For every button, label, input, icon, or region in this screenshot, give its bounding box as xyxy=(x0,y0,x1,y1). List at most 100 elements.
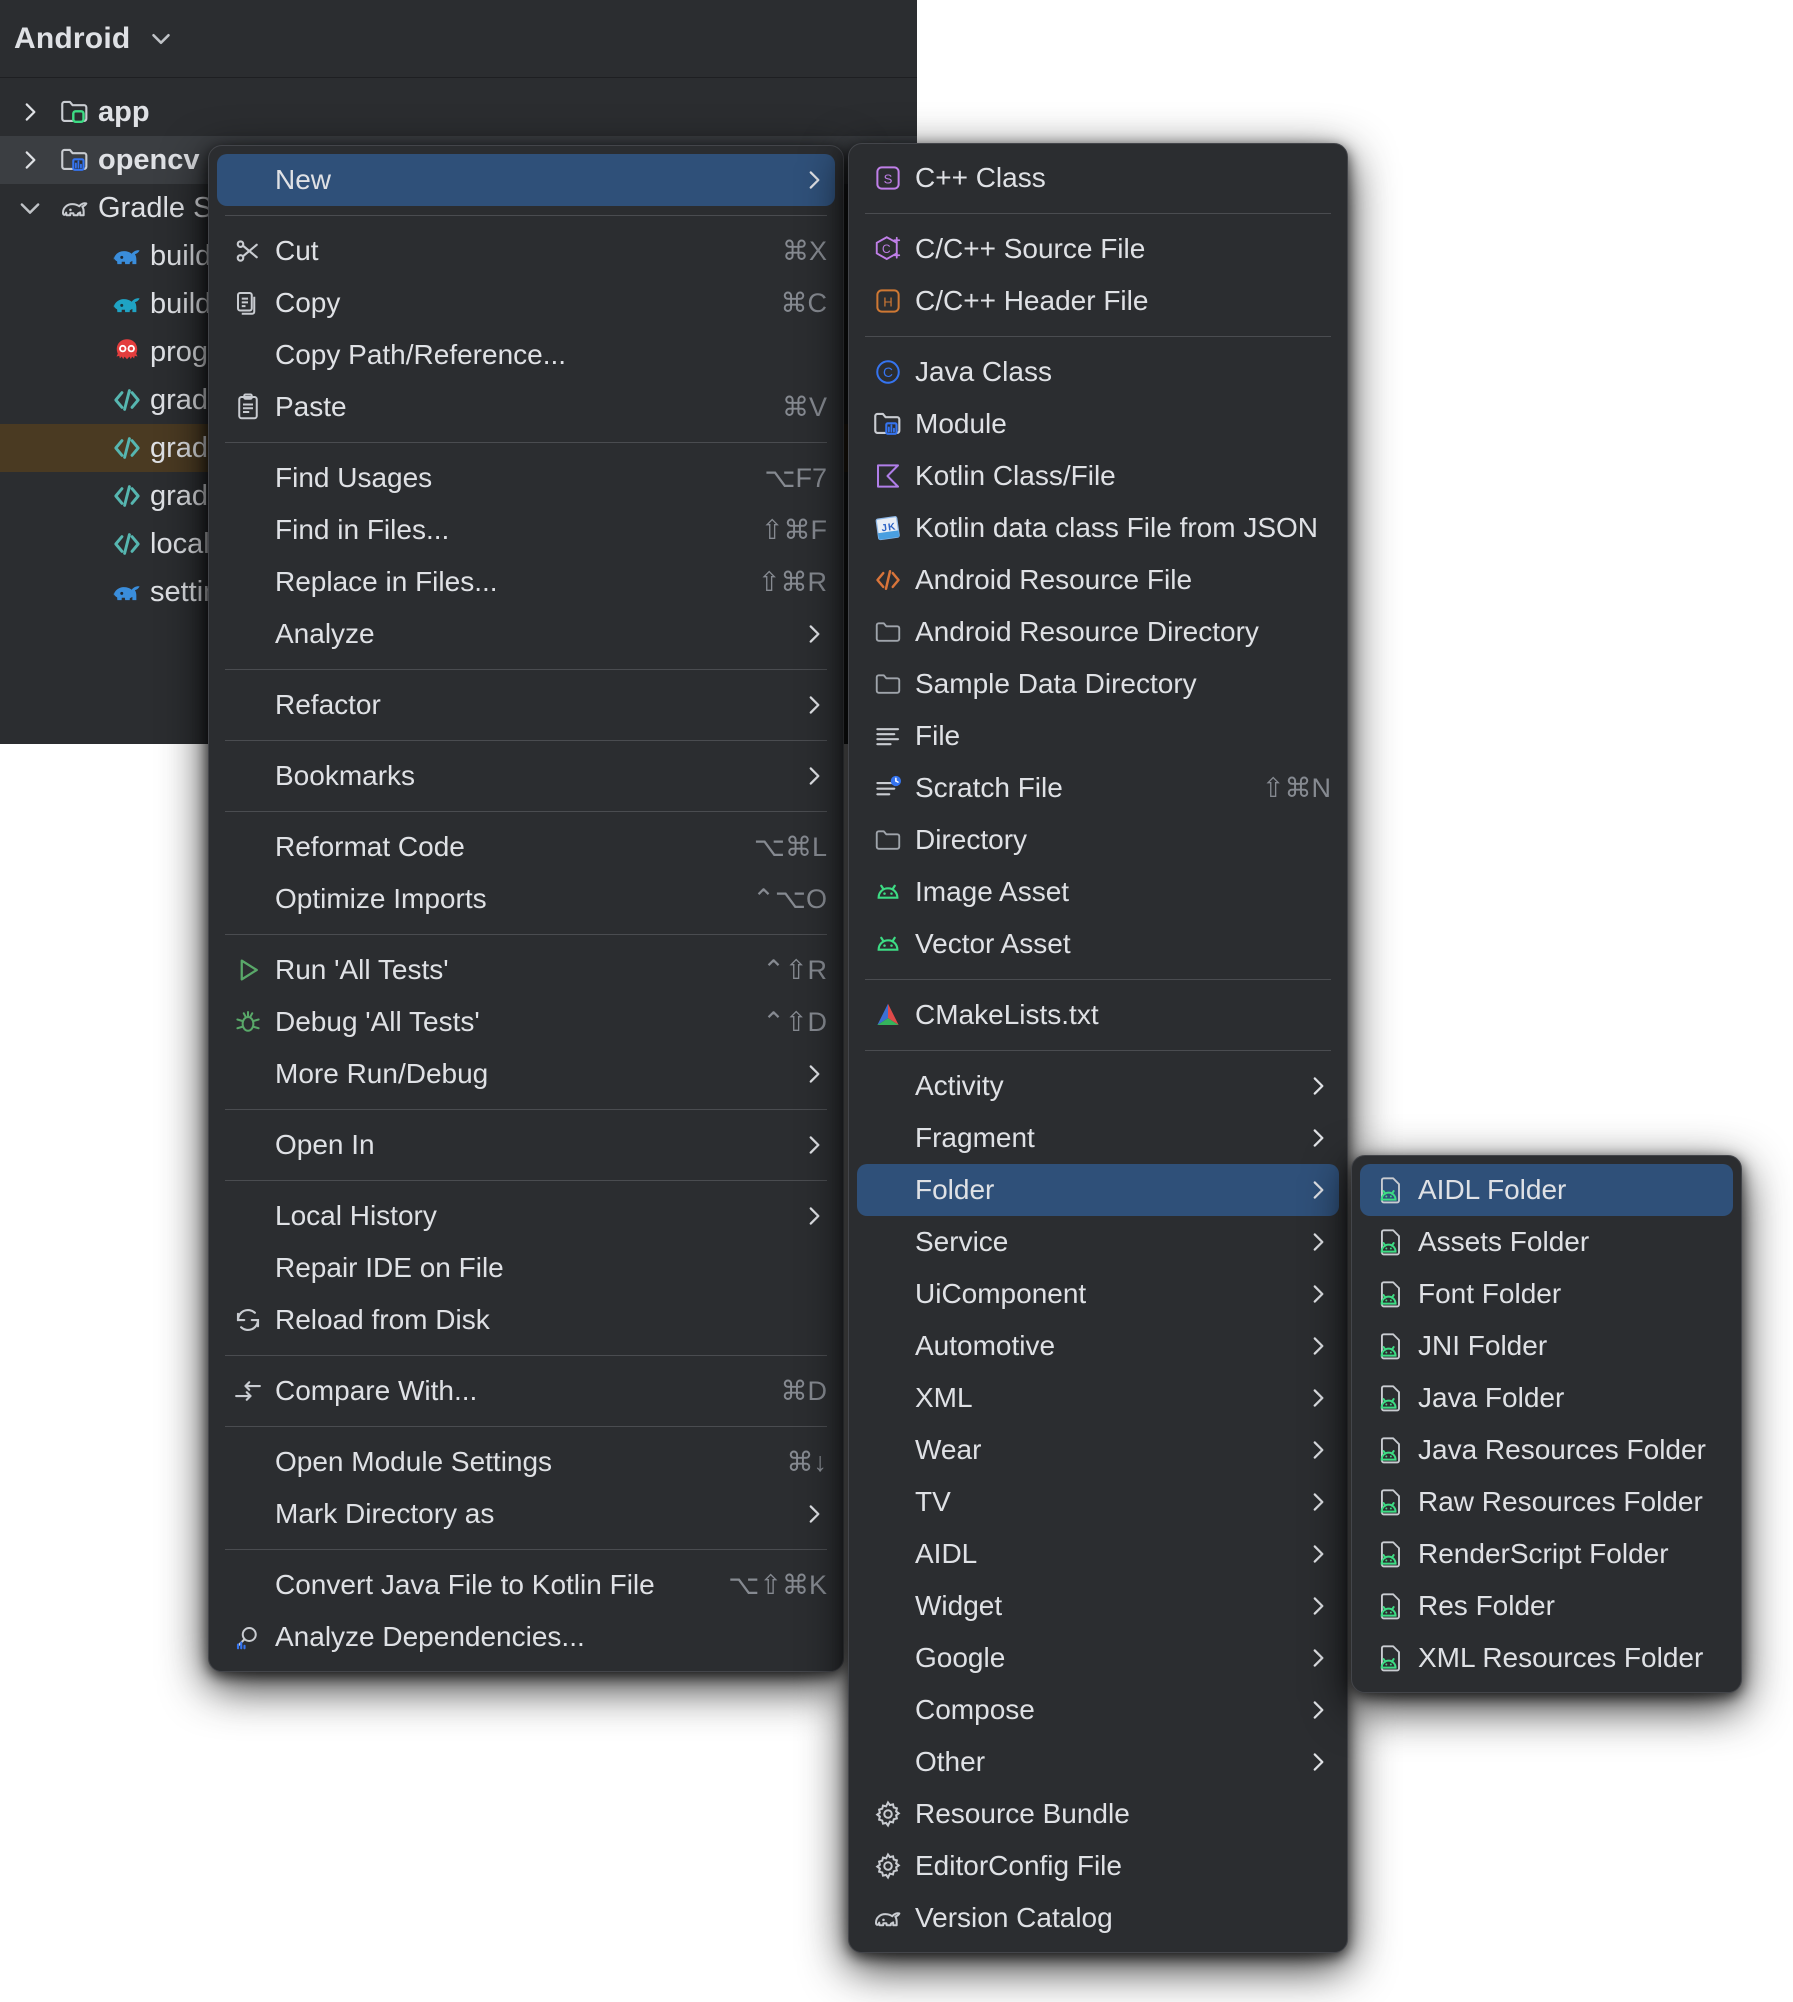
context-menu-item-repair-ide-on-file[interactable]: Repair IDE on File xyxy=(209,1242,843,1294)
gradle-elephant-outline-icon xyxy=(865,1902,911,1934)
new-menu-item-module[interactable]: Module xyxy=(849,398,1347,450)
folder-menu-item-res-folder[interactable]: Res Folder xyxy=(1352,1580,1741,1632)
folder-menu-item-assets-folder[interactable]: Assets Folder xyxy=(1352,1216,1741,1268)
chevron-down-icon[interactable] xyxy=(146,24,176,54)
menu-separator xyxy=(225,811,827,812)
new-menu-item-other[interactable]: Other xyxy=(849,1736,1347,1788)
new-menu-item-c-c-header-file[interactable]: H C/C++ Header File xyxy=(849,275,1347,327)
context-menu-item-optimize-imports[interactable]: Optimize Imports ⌃⌥O xyxy=(209,873,843,925)
tool-window-header[interactable]: Android xyxy=(0,0,917,78)
context-menu-item-refactor[interactable]: Refactor xyxy=(209,679,843,731)
context-menu-item-debug-all-tests[interactable]: Debug 'All Tests' ⌃⇧D xyxy=(209,996,843,1048)
context-menu-item-paste[interactable]: Paste ⌘V xyxy=(209,381,843,433)
new-menu-item-xml[interactable]: XML xyxy=(849,1372,1347,1424)
menu-item-label: Compose xyxy=(915,1694,1035,1725)
context-menu-item-replace-in-files[interactable]: Replace in Files... ⇧⌘R xyxy=(209,556,843,608)
new-menu-item-android-resource-directory[interactable]: Android Resource Directory xyxy=(849,606,1347,658)
context-menu-item-run-all-tests[interactable]: Run 'All Tests' ⌃⇧R xyxy=(209,944,843,996)
new-menu-item-cmakelists-txt[interactable]: CMakeLists.txt xyxy=(849,989,1347,1041)
context-menu-item-open-module-settings[interactable]: Open Module Settings ⌘↓ xyxy=(209,1436,843,1488)
new-menu-item-automotive[interactable]: Automotive xyxy=(849,1320,1347,1372)
new-menu-item-image-asset[interactable]: Image Asset xyxy=(849,866,1347,918)
new-menu-item-c-c-source-file[interactable]: C C/C++ Source File xyxy=(849,223,1347,275)
new-menu-item-kotlin-data-class-file-from-json[interactable]: J K Kotlin data class File from JSON xyxy=(849,502,1347,554)
new-menu-item-tv[interactable]: TV xyxy=(849,1476,1347,1528)
folder-menu-item-jni-folder[interactable]: JNI Folder xyxy=(1352,1320,1741,1372)
chevron-right-icon[interactable] xyxy=(8,147,52,173)
menu-item-label: Find Usages xyxy=(275,462,433,493)
new-menu-item-c-class[interactable]: S C++ Class xyxy=(849,152,1347,204)
menu-item-label: Paste xyxy=(275,391,347,422)
folder-menu-item-aidl-folder[interactable]: AIDL Folder xyxy=(1360,1164,1733,1216)
folder-menu-item-java-folder[interactable]: Java Folder xyxy=(1352,1372,1741,1424)
folder-menu-item-raw-resources-folder[interactable]: Raw Resources Folder xyxy=(1352,1476,1741,1528)
context-menu-item-new[interactable]: New xyxy=(217,154,835,206)
folder-menu-item-xml-resources-folder[interactable]: XML Resources Folder xyxy=(1352,1632,1741,1684)
context-menu-item-find-in-files[interactable]: Find in Files... ⇧⌘F xyxy=(209,504,843,556)
new-menu-item-vector-asset[interactable]: Vector Asset xyxy=(849,918,1347,970)
new-menu-item-android-resource-file[interactable]: Android Resource File xyxy=(849,554,1347,606)
compare-arrows-icon xyxy=(225,1376,271,1406)
menu-separator xyxy=(225,669,827,670)
folder-submenu[interactable]: AIDL Folder Assets Folder Font Folder JNI F… xyxy=(1351,1155,1742,1693)
context-menu-item-mark-directory-as[interactable]: Mark Directory as xyxy=(209,1488,843,1540)
context-menu-item-bookmarks[interactable]: Bookmarks xyxy=(209,750,843,802)
folder-menu-item-java-resources-folder[interactable]: Java Resources Folder xyxy=(1352,1424,1741,1476)
chevron-right-icon[interactable] xyxy=(8,99,52,125)
menu-item-label: Repair IDE on File xyxy=(275,1252,504,1283)
new-submenu[interactable]: S C++ Class C C/C++ Source File H C/C++ Heade… xyxy=(848,143,1348,1953)
menu-item-label: Copy Path/Reference... xyxy=(275,339,567,370)
android-folder-file-icon xyxy=(1368,1278,1414,1310)
gradle-elephant-outline-icon xyxy=(52,192,98,224)
tree-row[interactable]: app xyxy=(0,88,917,136)
new-menu-item-uicomponent[interactable]: UiComponent xyxy=(849,1268,1347,1320)
context-menu-item-find-usages[interactable]: Find Usages ⌥F7 xyxy=(209,452,843,504)
menu-item-label: C++ Class xyxy=(915,162,1046,193)
context-menu-item-local-history[interactable]: Local History xyxy=(209,1190,843,1242)
new-menu-item-activity[interactable]: Activity xyxy=(849,1060,1347,1112)
new-menu-item-kotlin-class-file[interactable]: Kotlin Class/File xyxy=(849,450,1347,502)
new-menu-item-compose[interactable]: Compose xyxy=(849,1684,1347,1736)
context-menu-item-copy[interactable]: Copy ⌘C xyxy=(209,277,843,329)
new-menu-item-java-class[interactable]: C Java Class xyxy=(849,346,1347,398)
new-menu-item-file[interactable]: File xyxy=(849,710,1347,762)
new-menu-item-sample-data-directory[interactable]: Sample Data Directory xyxy=(849,658,1347,710)
menu-item-label: Directory xyxy=(915,824,1028,855)
new-menu-item-scratch-file[interactable]: Scratch File ⇧⌘N xyxy=(849,762,1347,814)
context-menu-item-copy-path-reference[interactable]: Copy Path/Reference... xyxy=(209,329,843,381)
folder-menu-item-renderscript-folder[interactable]: RenderScript Folder xyxy=(1352,1528,1741,1580)
new-menu-item-aidl[interactable]: AIDL xyxy=(849,1528,1347,1580)
menu-item-label: AIDL xyxy=(915,1538,978,1569)
new-menu-item-folder[interactable]: Folder xyxy=(857,1164,1339,1216)
new-menu-item-resource-bundle[interactable]: Resource Bundle xyxy=(849,1788,1347,1840)
menu-item-label: Kotlin data class File from JSON xyxy=(915,512,1319,543)
context-menu-item-compare-with[interactable]: Compare With... ⌘D xyxy=(209,1365,843,1417)
chevron-down-icon[interactable] xyxy=(8,194,52,222)
new-menu-item-widget[interactable]: Widget xyxy=(849,1580,1347,1632)
cpp-header-orange-icon: H xyxy=(865,286,911,316)
context-menu-item-reload-from-disk[interactable]: Reload from Disk xyxy=(209,1294,843,1346)
context-menu-item-open-in[interactable]: Open In xyxy=(209,1119,843,1171)
context-menu-item-analyze[interactable]: Analyze xyxy=(209,608,843,660)
menu-item-label: Resource Bundle xyxy=(915,1798,1130,1829)
new-menu-item-fragment[interactable]: Fragment xyxy=(849,1112,1347,1164)
context-menu-item-more-run-debug[interactable]: More Run/Debug xyxy=(209,1048,843,1100)
new-menu-item-version-catalog[interactable]: Version Catalog xyxy=(849,1892,1347,1944)
context-menu[interactable]: New Cut ⌘X Copy ⌘C Copy Path/Reference... Past… xyxy=(208,145,844,1672)
new-menu-item-directory[interactable]: Directory xyxy=(849,814,1347,866)
menu-item-label: Automotive xyxy=(915,1330,1056,1361)
new-menu-item-service[interactable]: Service xyxy=(849,1216,1347,1268)
context-menu-item-cut[interactable]: Cut ⌘X xyxy=(209,225,843,277)
context-menu-item-reformat-code[interactable]: Reformat Code ⌥⌘L xyxy=(209,821,843,873)
menu-item-label: Scratch File xyxy=(915,772,1063,803)
chevron-right-icon xyxy=(1265,1749,1331,1775)
new-menu-item-wear[interactable]: Wear xyxy=(849,1424,1347,1476)
context-menu-item-convert-java-file-to-kotlin-file[interactable]: Convert Java File to Kotlin File ⌥⇧⌘K xyxy=(209,1559,843,1611)
context-menu-item-analyze-dependencies[interactable]: Analyze Dependencies... xyxy=(209,1611,843,1663)
android-folder-file-icon xyxy=(1368,1538,1414,1570)
menu-item-label: Version Catalog xyxy=(915,1902,1113,1933)
folder-menu-item-font-folder[interactable]: Font Folder xyxy=(1352,1268,1741,1320)
new-menu-item-editorconfig-file[interactable]: EditorConfig File xyxy=(849,1840,1347,1892)
menu-item-label: Folder xyxy=(915,1174,995,1205)
new-menu-item-google[interactable]: Google xyxy=(849,1632,1347,1684)
